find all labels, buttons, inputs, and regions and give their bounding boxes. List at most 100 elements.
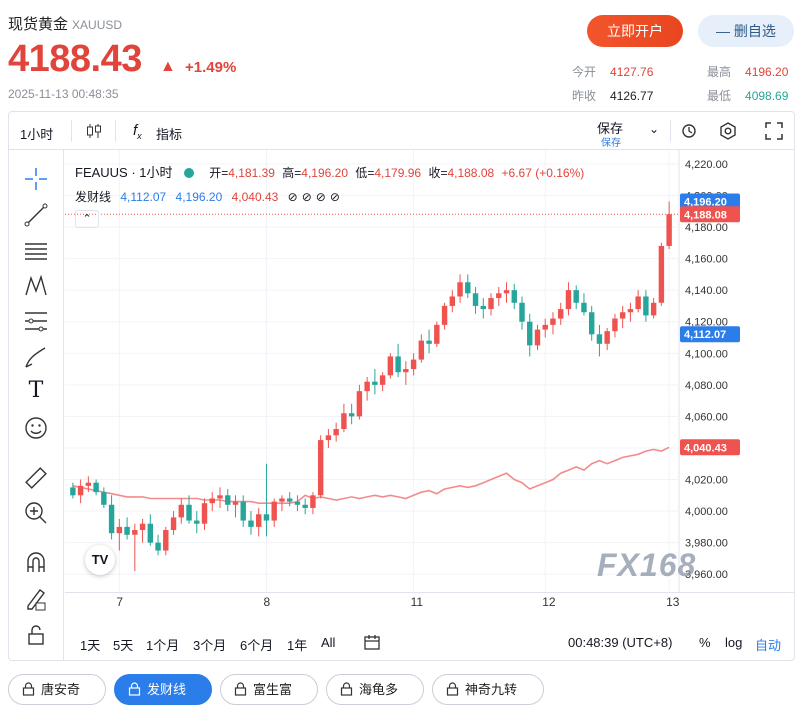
indicator-button[interactable]: 指标	[156, 124, 182, 143]
candle-body	[527, 321, 533, 346]
time-tick-label: 7	[116, 595, 123, 609]
indicator-icon[interactable]: fx	[133, 122, 142, 141]
ohlc-legend: FEAUUS · 1小时 开=4,181.39 高=4,196.20 低=4,1…	[75, 165, 585, 180]
open-account-button[interactable]: 立即开户	[587, 15, 683, 47]
range-1m[interactable]: 1个月	[146, 635, 179, 654]
lock-icon[interactable]	[23, 622, 49, 648]
alert-clock-icon[interactable]	[680, 121, 700, 141]
price-tick-label: 4,000.00	[685, 506, 728, 518]
symbol-label[interactable]: FEAUUS · 1小时	[75, 165, 173, 180]
clock-label[interactable]: 00:48:39 (UTC+8)	[568, 635, 672, 650]
percent-toggle[interactable]: %	[699, 635, 711, 650]
zoom-in-icon[interactable]	[23, 500, 49, 526]
candle	[387, 353, 394, 379]
chart-area[interactable]: 4,220.004,200.004,180.004,160.004,140.00…	[65, 150, 794, 610]
chevron-down-icon[interactable]: ⌄	[649, 122, 659, 136]
range-5d[interactable]: 5天	[113, 635, 133, 654]
crosshair-icon[interactable]	[23, 166, 49, 192]
candle-body	[612, 318, 618, 332]
candle-body	[147, 523, 154, 543]
candle	[619, 305, 626, 329]
candle-body	[310, 495, 316, 508]
tradingview-logo[interactable]: TV	[85, 545, 115, 575]
candle-type-icon[interactable]	[85, 122, 103, 140]
pill-facaixian[interactable]: 发财线	[114, 674, 212, 705]
range-6m[interactable]: 6个月	[240, 635, 273, 654]
date-range-icon[interactable]	[363, 633, 381, 651]
remove-watchlist-button[interactable]: — 删自选	[698, 15, 794, 47]
candle	[426, 329, 432, 354]
candle-body	[403, 369, 409, 373]
time-tick-label: 12	[542, 595, 556, 609]
candle-body	[488, 298, 494, 310]
candle	[70, 482, 76, 499]
range-1y[interactable]: 1年	[287, 635, 307, 654]
pattern-icon[interactable]	[23, 273, 49, 299]
candle	[550, 312, 556, 335]
settings-icon[interactable]	[718, 121, 738, 141]
candle-body	[364, 381, 370, 392]
price-tick-label: 4,220.00	[685, 159, 728, 171]
projection-icon[interactable]	[23, 308, 49, 334]
candle-body	[70, 487, 76, 496]
candle	[147, 514, 154, 546]
auto-toggle[interactable]: 自动	[755, 635, 781, 654]
trendline-icon[interactable]	[23, 202, 49, 228]
collapse-legend-button[interactable]: ⌃	[75, 210, 99, 228]
candle	[519, 296, 525, 330]
candle-body	[387, 356, 394, 376]
candle-body	[186, 504, 192, 521]
range-all[interactable]: All	[321, 635, 335, 650]
candle-body	[348, 413, 355, 417]
candle	[356, 384, 363, 420]
interval-select[interactable]: 1小时	[20, 124, 53, 143]
candle	[333, 422, 339, 442]
range-1d[interactable]: 1天	[80, 635, 100, 654]
candle-body	[341, 413, 347, 430]
candle-body	[178, 504, 184, 518]
magnet-icon[interactable]	[23, 550, 49, 576]
candle	[650, 298, 657, 319]
candle	[596, 324, 603, 357]
candle	[573, 285, 579, 310]
candle-body	[480, 305, 486, 310]
pill-haiguiduo[interactable]: 海龟多	[326, 674, 424, 705]
candle	[418, 334, 425, 363]
candle	[77, 479, 84, 504]
price-chart[interactable]: 4,220.004,200.004,180.004,160.004,140.00…	[65, 150, 794, 610]
candle	[232, 495, 239, 518]
ruler-icon[interactable]	[23, 465, 49, 491]
candle-body	[139, 523, 146, 531]
text-tool-icon[interactable]: T	[23, 378, 49, 404]
candle-body	[558, 309, 564, 319]
brush-icon[interactable]	[23, 344, 49, 370]
candle-body	[317, 440, 324, 496]
candle-body	[503, 290, 510, 294]
fullscreen-icon[interactable]	[765, 122, 783, 140]
pill-tanganqi[interactable]: 唐安奇	[8, 674, 106, 705]
lock-drawing-icon[interactable]	[23, 586, 49, 612]
candle	[534, 324, 541, 351]
candle-body	[232, 501, 239, 505]
candle	[294, 495, 301, 512]
candle-body	[101, 492, 107, 505]
fib-lines-icon[interactable]	[23, 238, 49, 264]
range-3m[interactable]: 3个月	[193, 635, 226, 654]
lock-icon	[128, 682, 141, 696]
candle-body	[201, 503, 208, 524]
candle-body	[666, 214, 672, 246]
log-toggle[interactable]: log	[725, 635, 742, 650]
candle	[108, 495, 115, 540]
candle	[503, 282, 510, 303]
candle-body	[410, 359, 417, 370]
candle	[155, 534, 161, 556]
candle-body	[395, 356, 401, 373]
candle	[449, 290, 456, 313]
pill-shenqijiuzhuan[interactable]: 神奇九转	[432, 674, 544, 705]
price-tick-label: 4,140.00	[685, 285, 728, 297]
pill-fushengfu[interactable]: 富生富	[220, 674, 318, 705]
candle-body	[356, 391, 363, 417]
candle	[527, 313, 533, 357]
instrument-code: XAUUSD	[72, 18, 123, 32]
emoji-icon[interactable]	[23, 415, 49, 441]
